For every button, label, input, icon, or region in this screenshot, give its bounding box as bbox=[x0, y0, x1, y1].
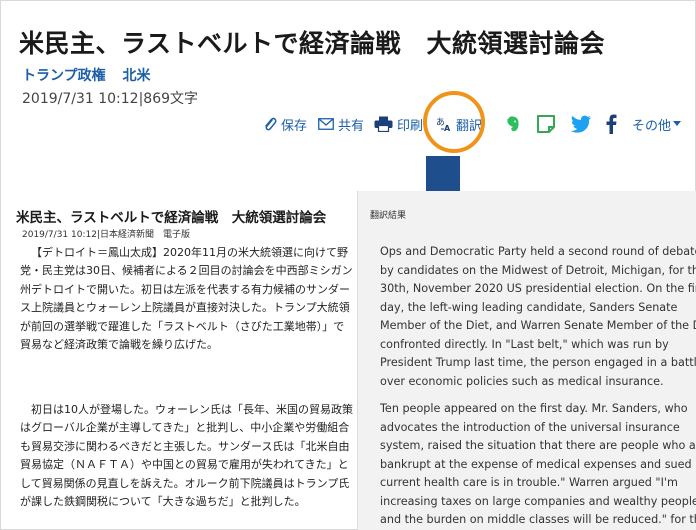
article-dateline: 2019/7/31 10:12|869文字 bbox=[22, 91, 199, 107]
text-line: current health care is in trouble." Warr… bbox=[380, 476, 678, 489]
original-headline: 米民主、ラストベルトで経済論戦 大統領選討論会 bbox=[16, 210, 327, 226]
article-headline: 米民主、ラストベルトで経済論戦 大統領選討論会 bbox=[19, 29, 606, 58]
text-line: して貿易関係の見直しを訴えた。オルーク前下院議員はトランプ氏 bbox=[20, 476, 350, 490]
text-line: 貿易協定（ＮＡＦＴＡ）や中国との貿易で雇用が失われてきた」と bbox=[20, 458, 349, 472]
original-article-panel: 米民主、ラストベルトで経済論戦 大統領選討論会 2019/7/31 10:12|… bbox=[0, 190, 355, 530]
save-label: 保存 bbox=[281, 118, 308, 134]
tag-trump-administration[interactable]: トランプ政権 bbox=[22, 68, 106, 84]
more-menu-button[interactable]: その他 bbox=[632, 112, 682, 136]
text-line: by candidates on the Midwest of Detroit,… bbox=[380, 263, 696, 277]
text-line: system, raised the situation that there … bbox=[380, 439, 696, 452]
text-line: over economic policies such as medical i… bbox=[380, 374, 664, 388]
text-line: Ops and Democratic Party held a second r… bbox=[380, 245, 696, 258]
evernote-icon bbox=[504, 115, 522, 133]
memo-button[interactable] bbox=[536, 112, 560, 136]
share-label: 共有 bbox=[338, 118, 365, 134]
text-line: Member of the Diet, and Warren Senate Me… bbox=[380, 319, 696, 332]
text-line: 30th, November 2020 US presidential elec… bbox=[380, 282, 696, 295]
text-line: and the burden on middle classes will be… bbox=[380, 513, 696, 526]
translate-highlight-ring bbox=[423, 91, 485, 153]
text-line: 初日は10人が登場した。ウォーレン氏は「長年、米国の貿易政策 bbox=[31, 403, 353, 416]
text-line: はグローバル企業が主導してきた」と批判し、中小企業や労働組合 bbox=[20, 421, 350, 435]
memo-icon bbox=[536, 114, 556, 134]
translation-paragraph-1: Ops and Democratic Party held a second r… bbox=[380, 243, 696, 391]
text-line: が前回の選挙戦で躍進した「ラストベルト（さびた工業地帯）」で bbox=[20, 319, 345, 333]
text-line: advocates the introduction of the univer… bbox=[380, 420, 680, 434]
article-toolbar: 保存 共有 印刷 あA 翻訳 その他 bbox=[0, 112, 696, 136]
tag-north-america[interactable]: 北米 bbox=[122, 68, 150, 84]
translation-paragraph-2: Ten people appeared on the first day. Mr… bbox=[380, 400, 696, 530]
translation-result-label: 翻訳結果 bbox=[370, 211, 407, 221]
facebook-icon bbox=[605, 114, 617, 134]
text-line: bankrupt at the expense of medical expen… bbox=[380, 457, 696, 471]
original-paragraph-2: 初日は10人が登場した。ウォーレン氏は「長年、米国の貿易政策 はグローバル企業が… bbox=[20, 401, 353, 511]
topic-tags: トランプ政権 北米 bbox=[22, 65, 162, 85]
text-line: Ten people appeared on the first day. Mr… bbox=[380, 402, 688, 415]
original-meta: 2019/7/31 10:12|日本経済新聞 電子版 bbox=[22, 230, 190, 240]
paperclip-icon bbox=[263, 116, 277, 132]
text-line: が課した鉄鋼関税について「大きな過ちだ」と批判した。 bbox=[20, 495, 306, 509]
text-line: 【デトロイト＝鳳山太成】2020年11月の米大統領選に向けて野 bbox=[31, 246, 348, 259]
text-line: ス上院議員とウォーレン上院議員が直接対決した。トランプ大統領 bbox=[20, 301, 350, 315]
caret-down-icon bbox=[673, 121, 682, 127]
save-button[interactable]: 保存 bbox=[263, 112, 307, 136]
printer-icon bbox=[374, 116, 393, 132]
twitter-icon bbox=[570, 115, 592, 133]
text-line: 貿易など経済政策で論戦を繰り広げた。 bbox=[20, 338, 218, 352]
text-line: も貿易交渉に関わるべきだと主張した。サンダース氏は「北米自由 bbox=[20, 439, 350, 453]
text-line: day, the left-wing leading candidate, Sa… bbox=[380, 300, 678, 314]
more-label: その他 bbox=[632, 118, 672, 134]
text-line: 党・民主党は30日、候補者による２回目の討論会を中西部ミシガン bbox=[20, 264, 353, 278]
print-label: 印刷 bbox=[397, 118, 424, 134]
evernote-button[interactable] bbox=[504, 112, 526, 136]
print-button[interactable]: 印刷 bbox=[374, 112, 423, 136]
share-button[interactable]: 共有 bbox=[318, 112, 364, 136]
text-line: President Trump last time, the person en… bbox=[380, 356, 696, 369]
text-line: increasing taxes on large companies and … bbox=[380, 494, 696, 508]
original-paragraph-1: 【デトロイト＝鳳山太成】2020年11月の米大統領選に向けて野 党・民主党は30… bbox=[20, 244, 353, 354]
twitter-button[interactable] bbox=[570, 112, 596, 136]
translation-panel: 翻訳結果 Ops and Democratic Party held a sec… bbox=[357, 191, 696, 530]
mail-icon bbox=[318, 118, 334, 130]
text-line: 州デトロイトで開いた。初日は左派を代表する有力候補のサンダー bbox=[20, 282, 350, 296]
facebook-button[interactable] bbox=[605, 112, 621, 136]
text-line: confronted directly. In "Last belt," whi… bbox=[380, 337, 669, 351]
